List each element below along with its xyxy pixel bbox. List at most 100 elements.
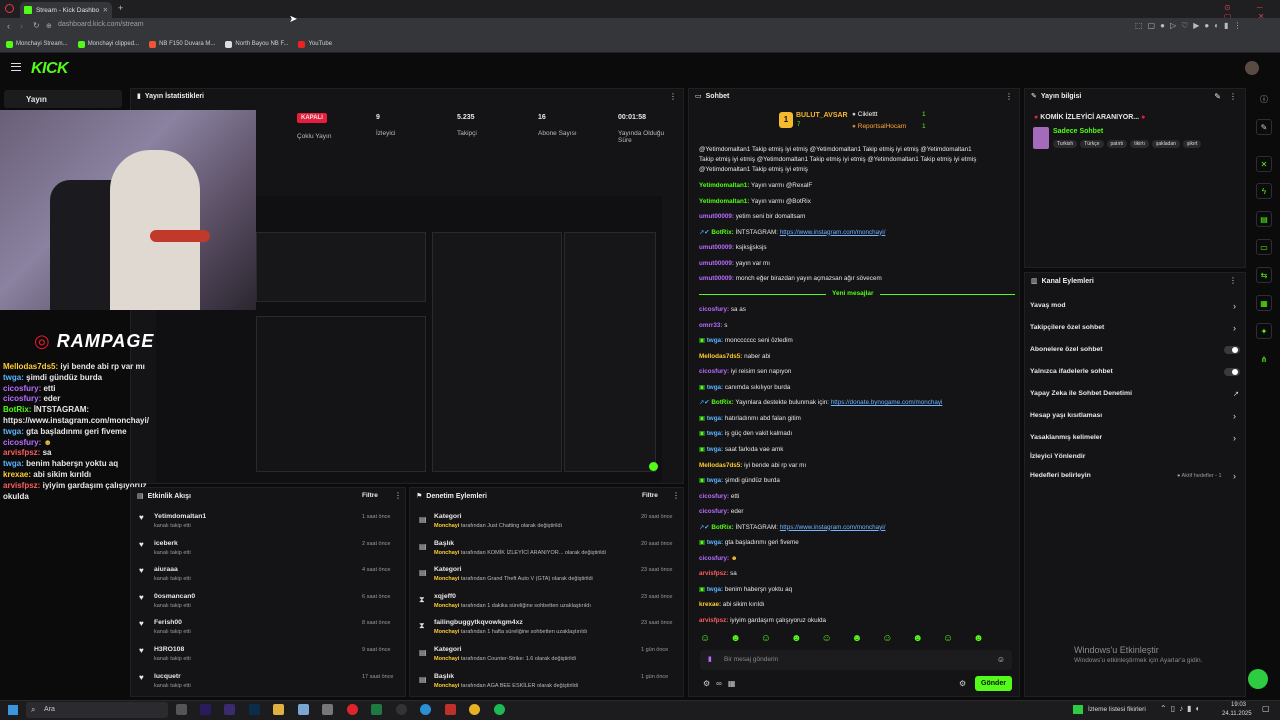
clock-time[interactable]: 19:03 (1231, 702, 1246, 708)
emote-bar[interactable]: ☺☻☺☻☺☻☺☻☺☻ (700, 633, 1012, 644)
user-avatar[interactable] (1245, 61, 1259, 75)
toggle-switch[interactable] (1224, 368, 1240, 376)
channel-action-label[interactable]: İzleyici Yönlendir (1030, 453, 1085, 460)
activity-name[interactable]: iceberk (154, 540, 178, 547)
opera-icon[interactable] (347, 704, 358, 715)
bookmark-4[interactable]: North Bayou NB F... (225, 40, 288, 48)
send-button[interactable]: Gönder (975, 676, 1012, 691)
activity-name[interactable]: aiuraaa (154, 566, 178, 573)
chat-input[interactable]: ▮ Bir mesaj gönderin ☺ (700, 650, 1012, 670)
chat-username[interactable]: BotRix: (711, 229, 733, 236)
top-chatter-1[interactable]: BULUT_AVSAR (796, 112, 848, 119)
activity-name[interactable]: Ferish00 (154, 619, 182, 626)
chat-username[interactable]: twga: (707, 539, 723, 546)
channel-action-label[interactable]: Abonelere özel sohbet (1030, 346, 1103, 353)
rail-link-icon[interactable]: ⇆ (1256, 267, 1272, 283)
external-link-icon[interactable]: ↗ (1233, 390, 1239, 398)
chat-username[interactable]: cicosfury: (699, 306, 729, 313)
obs-icon[interactable] (396, 704, 407, 715)
photoshop-icon[interactable] (249, 704, 260, 715)
chat-username[interactable]: umut00009: (699, 213, 734, 220)
premiere-icon[interactable] (200, 704, 211, 715)
chat-username[interactable]: twga: (707, 586, 723, 593)
chat-username[interactable]: twga: (707, 384, 723, 391)
rail-bolt-icon[interactable]: ϟ (1256, 183, 1272, 199)
moderation-actor[interactable]: Monchayi (434, 629, 461, 635)
bookmark-youtube[interactable]: YouTube (298, 40, 332, 48)
bookmark-1[interactable]: Monchayi Stream... (6, 40, 68, 48)
rail-share-icon[interactable]: ⋔ (1256, 351, 1272, 367)
chat-link[interactable]: https://www.instagram.com/monchayi/ (780, 229, 886, 236)
chat-username[interactable]: arvisfpsz: (699, 570, 728, 577)
url-field[interactable]: dashboard.kick.com/stream (58, 21, 144, 28)
activity-name[interactable]: lucquetr (154, 673, 181, 680)
chat-gear-icon[interactable]: ⚙ (959, 679, 966, 688)
activity-filter-button[interactable]: Filtre (362, 492, 378, 499)
chat-username[interactable]: cicosfury: (699, 508, 729, 515)
chat-username[interactable]: twga: (707, 430, 723, 437)
sidebar-item-yayin[interactable]: Yayın (4, 90, 122, 108)
chevron-right-icon[interactable]: › (1233, 433, 1236, 443)
chat-username[interactable]: arvisfpsz: (699, 617, 728, 624)
chat-username[interactable]: twga: (707, 415, 723, 422)
chat-username[interactable]: BotRix: (711, 524, 733, 531)
chevron-right-icon[interactable]: › (1233, 323, 1236, 333)
chat-username[interactable]: umut00009: (699, 260, 734, 267)
activity-name[interactable]: Yetimdomaltan1 (154, 513, 206, 520)
emoji-picker-icon[interactable]: ☺ (997, 655, 1005, 664)
rail-list-icon[interactable]: ▦ (1256, 295, 1272, 311)
rail-chat-icon[interactable]: ▭ (1256, 239, 1272, 255)
rail-info-icon[interactable]: ⓘ (1256, 91, 1272, 107)
notepad-icon[interactable] (298, 704, 309, 715)
browser-menu-icon[interactable] (5, 4, 14, 13)
kick-logo[interactable]: KICK (31, 60, 69, 78)
clock-date[interactable]: 24.11.2025 (1222, 711, 1252, 717)
moderation-actor[interactable]: Monchayi (434, 683, 461, 689)
rail-close-icon[interactable]: ✕ (1256, 156, 1272, 172)
hamburger-menu-icon[interactable] (11, 63, 21, 71)
chat-username[interactable]: umut00009: (699, 244, 734, 251)
chat-username[interactable]: Yetimdomaltan1: (699, 198, 749, 205)
edit-info-icon[interactable]: ✎ (1214, 92, 1221, 101)
channel-action-label[interactable]: Takipçilere özel sohbet (1030, 324, 1104, 331)
channel-action-label[interactable]: Hesap yaşı kısıtlaması (1030, 412, 1102, 419)
app-icon-grid[interactable] (322, 704, 333, 715)
moderation-actor[interactable]: Monchayi (434, 656, 461, 662)
app-red-icon[interactable] (445, 704, 456, 715)
chat-username[interactable]: cicosfury: (699, 493, 729, 500)
chat-link[interactable]: https://donate.bynogame.com/monchayi (831, 399, 943, 406)
activity-menu-icon[interactable]: ⋮ (394, 491, 402, 500)
start-icon[interactable] (8, 705, 18, 715)
chat-menu-icon[interactable]: ⋮ (1005, 92, 1013, 101)
moderation-menu-icon[interactable]: ⋮ (672, 491, 680, 500)
chevron-right-icon[interactable]: › (1233, 411, 1236, 421)
explorer-icon[interactable] (273, 704, 284, 715)
chat-username[interactable]: krexae: (699, 601, 721, 608)
support-chat-icon[interactable] (1248, 669, 1268, 689)
chat-username[interactable]: Yetimdomaltan1: (699, 182, 749, 189)
moderation-actor[interactable]: Monchayi (434, 523, 461, 529)
chevron-right-icon[interactable]: › (1233, 301, 1236, 311)
channel-action-label[interactable]: Hedefleri belirleyin (1030, 472, 1091, 479)
chat-username[interactable]: twga: (707, 446, 723, 453)
channel-action-label[interactable]: Yavaş mod (1030, 302, 1066, 309)
chat-username[interactable]: twga: (707, 337, 723, 344)
forward-icon[interactable]: › (20, 21, 23, 31)
chat-link[interactable]: https://www.instagram.com/monchayi/ (780, 524, 886, 531)
chevron-right-icon[interactable]: › (1233, 471, 1236, 481)
chat-username[interactable]: umut00009: (699, 275, 734, 282)
channel-action-label[interactable]: Yalnızca ifadelerle sohbet (1030, 368, 1113, 375)
channel-action-label[interactable]: Yasaklanmış kelimeler (1030, 434, 1102, 441)
chat-username[interactable]: BotRix: (711, 399, 733, 406)
spotify-icon[interactable] (494, 704, 505, 715)
moderation-filter-button[interactable]: Filtre (642, 492, 658, 499)
chat-username[interactable]: cicosfury: (699, 368, 729, 375)
chat-username[interactable]: twga: (707, 477, 723, 484)
new-tab-icon[interactable]: + (118, 3, 123, 13)
tab-close-icon[interactable]: ✕ (103, 6, 108, 14)
browser-tab-active[interactable]: Stream - Kick Dashbo ✕ (20, 2, 112, 18)
channel-action-label[interactable]: Yapay Zeka ile Sohbet Denetimi (1030, 390, 1132, 397)
chat-username[interactable]: Mellodas7ds5: (699, 353, 742, 360)
back-icon[interactable]: ‹ (7, 21, 10, 31)
extensions-icons[interactable]: ⬚▢●▷♡▶●◐▮⋮ (1135, 21, 1247, 30)
